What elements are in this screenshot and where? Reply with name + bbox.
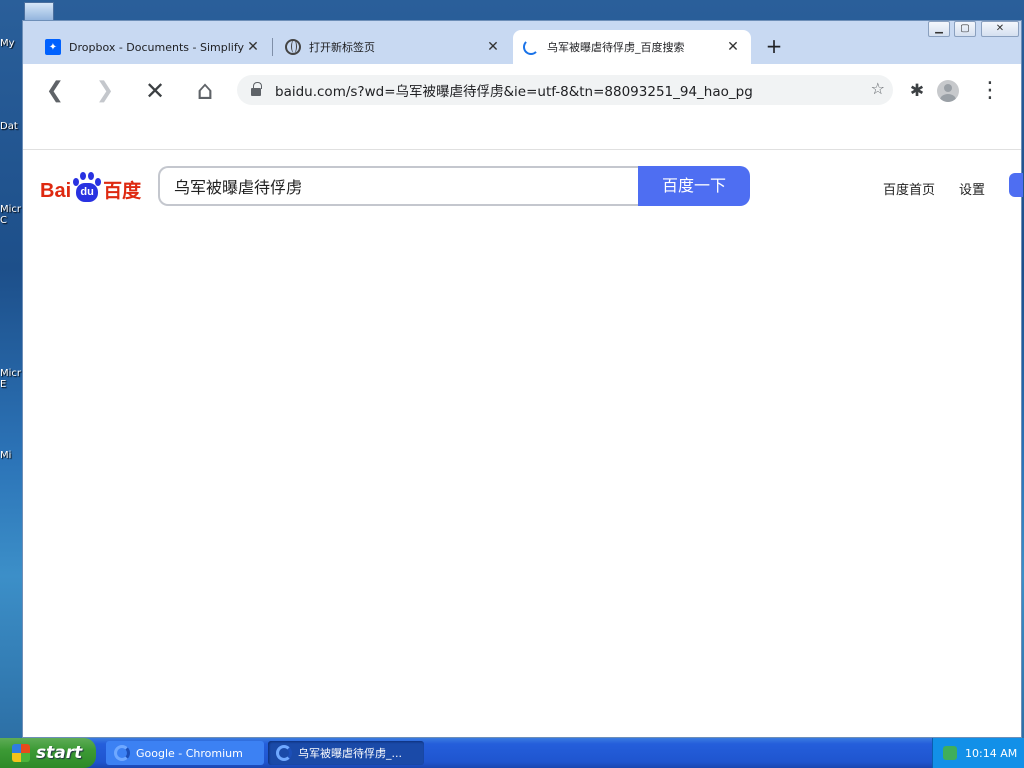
new-tab-button[interactable]: + xyxy=(761,34,787,60)
loading-spinner-icon xyxy=(523,39,539,55)
search-button[interactable]: 百度一下 xyxy=(638,166,750,206)
forward-button[interactable]: ❯ xyxy=(89,75,121,107)
dropbox-icon: ✦ xyxy=(45,39,61,55)
menu-kebab-icon[interactable]: ⋮ xyxy=(974,75,1006,107)
taskbar-item-baidu[interactable]: 乌军被曝虐待俘虏_... xyxy=(268,741,424,765)
start-label: start xyxy=(36,743,83,763)
taskbar: start Google - Chromium 乌军被曝虐待俘虏_... 10:… xyxy=(0,738,1024,768)
baidu-home-link[interactable]: 百度首页 xyxy=(883,179,935,198)
start-button[interactable]: start xyxy=(0,738,96,768)
tab-strip: ✦ Dropbox - Documents - Simplify your ✕ … xyxy=(23,21,1021,64)
logo-text-latin: Bai xyxy=(40,180,72,202)
desktop-icon-image[interactable] xyxy=(24,2,54,22)
globe-icon xyxy=(285,39,301,55)
tab-title: 打开新标签页 xyxy=(309,41,375,54)
clock[interactable]: 10:14 AM xyxy=(965,747,1017,760)
windows-flag-icon xyxy=(12,744,30,762)
system-tray: 10:14 AM xyxy=(932,738,1024,768)
url-text[interactable]: baidu.com/s?wd=乌军被曝虐待俘虏&ie=utf-8&tn=8809… xyxy=(275,80,753,100)
extensions-puzzle-icon[interactable]: ✱ xyxy=(901,75,933,107)
chromium-icon xyxy=(276,745,292,761)
bookmark-star-icon[interactable]: ☆ xyxy=(871,79,885,98)
browser-toolbar: ❮ ❯ ✕ ⌂ baidu.com/s?wd=乌军被曝虐待俘虏&ie=utf-8… xyxy=(23,64,1021,119)
tray-network-icon[interactable] xyxy=(943,746,957,760)
home-button[interactable]: ⌂ xyxy=(189,75,221,107)
lock-icon[interactable] xyxy=(251,82,262,96)
close-icon[interactable]: ✕ xyxy=(725,39,741,55)
divider xyxy=(23,149,1021,150)
search-input[interactable]: 乌军被曝虐待俘虏 xyxy=(158,166,638,206)
chromium-icon xyxy=(114,745,130,761)
logo-text-chinese: 百度 xyxy=(103,181,142,202)
baidu-paw-icon: du xyxy=(72,171,102,203)
tab-title: 乌军被曝虐待俘虏_百度搜索 xyxy=(547,41,685,54)
paw-text: du xyxy=(76,183,99,202)
profile-avatar[interactable] xyxy=(937,80,959,102)
close-icon[interactable]: ✕ xyxy=(245,39,261,55)
tab-dropbox[interactable]: ✦ Dropbox - Documents - Simplify your ✕ xyxy=(35,30,271,64)
task-label: 乌军被曝虐待俘虏_... xyxy=(298,747,402,760)
tab-baidu-search[interactable]: 乌军被曝虐待俘虏_百度搜索 ✕ xyxy=(513,30,751,64)
taskbar-item-chromium[interactable]: Google - Chromium xyxy=(106,741,264,765)
tab-title: Dropbox - Documents - Simplify your xyxy=(69,40,245,54)
maximize-button[interactable]: ▢ xyxy=(954,21,976,37)
address-bar[interactable]: baidu.com/s?wd=乌军被曝虐待俘虏&ie=utf-8&tn=8809… xyxy=(237,75,893,105)
tab-separator xyxy=(272,38,273,56)
login-button[interactable] xyxy=(1009,173,1023,197)
minimize-button[interactable]: ▁ xyxy=(928,21,950,37)
baidu-logo[interactable]: Bai du 百度 xyxy=(40,169,141,203)
page-content: Bai du 百度 乌军被曝虐待俘虏 百度一下 百度首页 设置 xyxy=(23,119,1023,737)
settings-link[interactable]: 设置 xyxy=(959,179,985,198)
stop-button[interactable]: ✕ xyxy=(139,75,171,107)
task-label: Google - Chromium xyxy=(136,746,243,760)
close-window-button[interactable]: ✕ xyxy=(981,21,1019,37)
browser-window: ✦ Dropbox - Documents - Simplify your ✕ … xyxy=(22,20,1023,738)
tab-new-tab[interactable]: 打开新标签页 ✕ xyxy=(275,30,511,64)
back-button[interactable]: ❮ xyxy=(39,75,71,107)
close-icon[interactable]: ✕ xyxy=(485,39,501,55)
